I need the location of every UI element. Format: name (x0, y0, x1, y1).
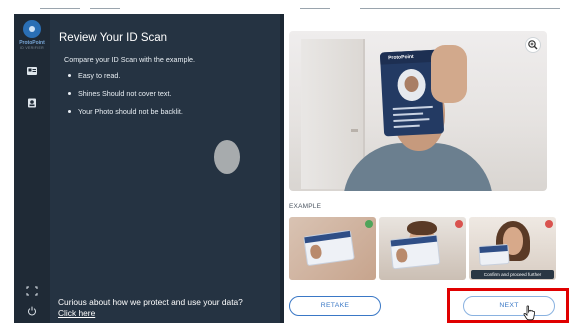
zoom-in-icon[interactable] (525, 37, 541, 53)
id-card-icon[interactable] (26, 66, 38, 76)
example-thumbnail-bad-1 (379, 217, 466, 280)
sidebar-rail: ProtoPoint ID VERIFIER (14, 14, 50, 323)
id-verification-app: ProtoPoint ID VERIFIER Review Your ID Sc… (14, 14, 556, 323)
eye-logo-icon (23, 20, 41, 38)
list-item: Your Photo should not be backlit. (68, 107, 183, 125)
close-icon (545, 220, 553, 228)
screenshot-frame: ProtoPoint ID VERIFIER Review Your ID Sc… (0, 0, 569, 323)
instructions-list: Easy to read. Shines Should not cover te… (68, 71, 183, 125)
cursor-highlight (214, 140, 240, 174)
hand-pointer-icon (522, 305, 536, 321)
page-title: Review Your ID Scan (59, 32, 168, 44)
check-icon (365, 220, 373, 228)
example-thumbnail-good (289, 217, 376, 280)
brand-subtitle: ID VERIFIER (20, 46, 44, 50)
power-icon[interactable] (26, 306, 38, 316)
list-item: Easy to read. (68, 71, 183, 89)
tooltip: Confirm and proceed further (471, 270, 554, 279)
hand (431, 45, 467, 103)
retake-button[interactable]: RETAKE (289, 296, 381, 316)
instructions-intro: Compare your ID Scan with the example. (64, 55, 196, 64)
close-icon (455, 220, 463, 228)
id-scan-photo: ProtoPoint (289, 31, 547, 191)
browser-top-edge (0, 0, 569, 14)
portrait-icon[interactable] (26, 98, 38, 108)
instructions-panel: Review Your ID Scan Compare your ID Scan… (50, 14, 280, 323)
example-label: EXAMPLE (289, 203, 322, 210)
fullscreen-icon[interactable] (26, 286, 38, 296)
review-area: ProtoPoint EXAMPLE Confirm and proceed f… (284, 14, 556, 323)
list-item: Shines Should not cover text. (68, 89, 183, 107)
privacy-question: Curious about how we protect and use you… (58, 297, 243, 307)
example-thumbnail-bad-2: Confirm and proceed further (469, 217, 556, 280)
privacy-link[interactable]: Click here (58, 308, 95, 318)
next-button[interactable]: NEXT (463, 296, 555, 316)
